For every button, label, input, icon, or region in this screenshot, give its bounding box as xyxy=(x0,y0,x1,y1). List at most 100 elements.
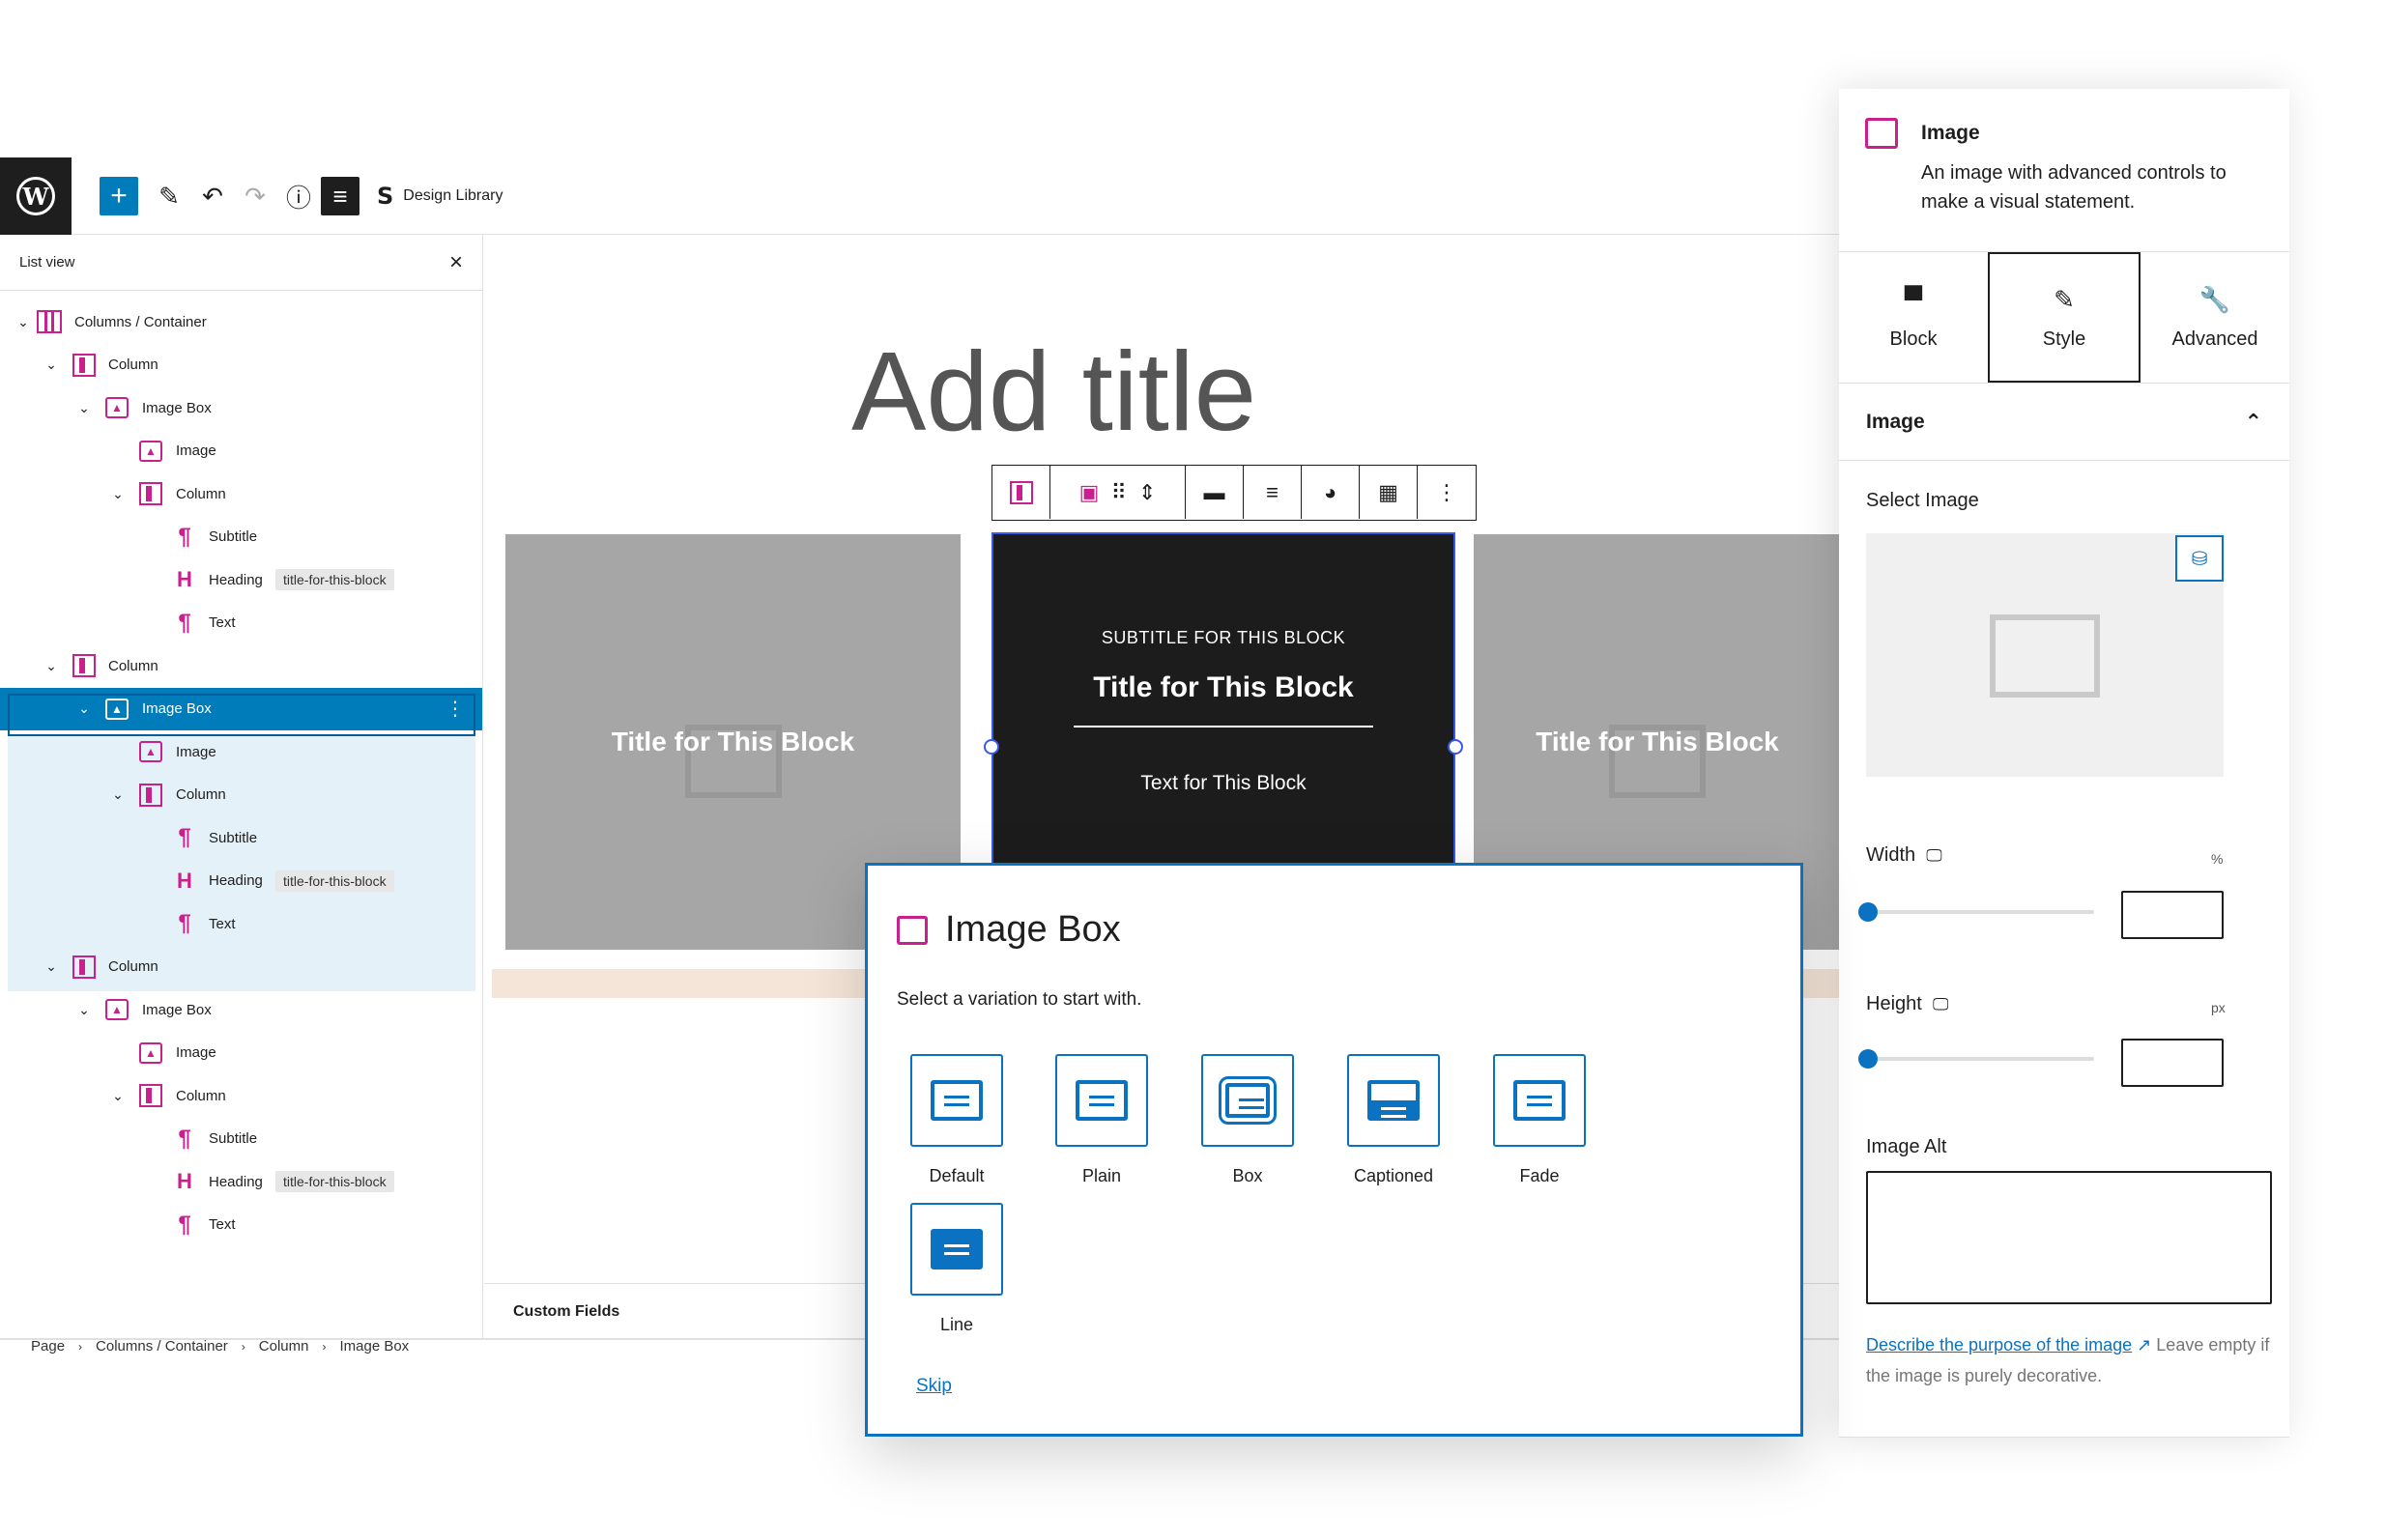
list-item[interactable]: H Heading title-for-this-block xyxy=(0,558,482,602)
variation-fade[interactable]: Fade xyxy=(1491,1054,1588,1186)
image-panel-header[interactable]: Image ⌃ xyxy=(1839,384,2289,461)
image-alt-textarea[interactable] xyxy=(1866,1171,2272,1304)
list-item[interactable]: ¶ Subtitle xyxy=(0,1118,482,1161)
align-center-icon[interactable]: ≡ xyxy=(1244,466,1302,519)
chevron-down-icon[interactable]: ⌄ xyxy=(42,958,61,975)
list-item-label: Image xyxy=(176,743,216,760)
block-mover[interactable]: ▣ ⠿ ⇕ xyxy=(1050,466,1186,519)
list-item[interactable]: ⌄ Column xyxy=(0,644,482,688)
list-item-label: Text xyxy=(209,1216,236,1234)
add-block-button[interactable]: + xyxy=(100,177,138,215)
undo-icon[interactable]: ↶ xyxy=(193,177,232,215)
list-item[interactable]: ⌄ ▲ Image Box xyxy=(0,386,482,430)
align-full-icon[interactable]: ▬ xyxy=(1186,466,1244,519)
redo-icon[interactable]: ↷ xyxy=(236,177,274,215)
more-options-icon[interactable]: ⋮ xyxy=(1418,466,1476,519)
list-item[interactable]: ▲ Image xyxy=(0,1032,482,1075)
list-item[interactable]: ¶ Subtitle xyxy=(0,816,482,860)
variation-label: Line xyxy=(939,1315,974,1334)
width-slider[interactable] xyxy=(1858,902,2094,922)
width-slider-knob[interactable] xyxy=(1858,902,1878,922)
chevron-up-icon[interactable]: ⌃ xyxy=(2245,410,2262,435)
design-library-button[interactable]: S Design Library xyxy=(377,181,503,212)
variation-line[interactable]: Line xyxy=(908,1203,1005,1335)
list-item-selected[interactable]: ⌄ ▲ Image Box ⋮ xyxy=(0,687,482,730)
image-box-icon: ▲ xyxy=(105,397,129,419)
list-item[interactable]: ⌄ Column xyxy=(0,774,482,817)
chevron-down-icon[interactable]: ⌄ xyxy=(42,356,61,373)
chevron-down-icon[interactable]: ⌄ xyxy=(74,1002,94,1018)
tab-block[interactable]: ▀ Block xyxy=(1839,252,1988,383)
variation-fade-icon xyxy=(1493,1054,1586,1147)
layout-icon[interactable]: ▦ xyxy=(1360,466,1418,519)
width-input[interactable] xyxy=(2121,891,2224,939)
list-item[interactable]: ⌄ Column xyxy=(0,472,482,516)
chevron-down-icon[interactable]: ⌄ xyxy=(74,400,94,416)
move-up-down-icon[interactable]: ⇕ xyxy=(1138,480,1156,505)
heading-icon: H xyxy=(177,567,192,592)
breadcrumb-item[interactable]: Page xyxy=(31,1338,65,1355)
variation-box[interactable]: Box xyxy=(1199,1054,1296,1186)
more-options-icon[interactable]: ⋮ xyxy=(445,697,465,721)
variation-label: Fade xyxy=(1519,1166,1560,1185)
variation-captioned[interactable]: Captioned xyxy=(1345,1054,1442,1186)
list-view-icon[interactable]: ≡ xyxy=(321,177,359,215)
parent-column-icon[interactable] xyxy=(992,466,1050,519)
column-icon xyxy=(72,955,96,979)
height-slider-knob[interactable] xyxy=(1858,1049,1878,1069)
chevron-down-icon[interactable]: ⌄ xyxy=(108,786,128,803)
breadcrumb-item[interactable]: Image Box xyxy=(339,1338,409,1355)
chevron-down-icon[interactable]: ⌄ xyxy=(108,1088,128,1104)
chevron-down-icon[interactable]: ⌄ xyxy=(108,486,128,502)
tab-advanced[interactable]: 🔧 Advanced xyxy=(2141,252,2289,383)
list-item[interactable]: ¶ Text xyxy=(0,1204,482,1247)
list-item[interactable]: ▲ Image xyxy=(0,430,482,473)
info-icon[interactable]: ⓘ xyxy=(279,177,318,215)
color-icon[interactable]: ◕ xyxy=(1302,466,1360,519)
list-item[interactable]: ▲ Image xyxy=(0,730,482,774)
list-item[interactable]: ⌄ Columns / Container xyxy=(0,300,482,344)
variation-default[interactable]: Default xyxy=(908,1054,1005,1186)
alt-help-link[interactable]: Describe the purpose of the image xyxy=(1866,1335,2132,1355)
variation-plain[interactable]: Plain xyxy=(1053,1054,1150,1186)
list-item[interactable]: ¶ Text xyxy=(0,902,482,946)
close-icon[interactable]: × xyxy=(449,249,463,276)
stackable-icon: S xyxy=(377,183,394,210)
resize-handle-left[interactable] xyxy=(984,739,999,755)
height-input[interactable] xyxy=(2121,1039,2224,1087)
breadcrumb-item[interactable]: Column xyxy=(259,1338,309,1355)
variation-picker-title: Image Box xyxy=(945,909,1121,950)
page-title-input[interactable]: Add title xyxy=(851,327,1256,456)
wordpress-logo[interactable]: W xyxy=(0,157,72,235)
resize-handle-right[interactable] xyxy=(1448,739,1463,755)
list-item[interactable]: ⌄ Column xyxy=(0,946,482,989)
width-unit[interactable]: % xyxy=(2211,851,2223,867)
list-item[interactable]: ¶ Text xyxy=(0,602,482,645)
image-icon: ▲ xyxy=(139,440,162,462)
list-item[interactable]: H Heading title-for-this-block xyxy=(0,1160,482,1204)
media-library-icon[interactable]: ⛁ xyxy=(2175,535,2224,582)
image-select-area[interactable]: ⛁ xyxy=(1866,533,2224,777)
tab-style[interactable]: ✎ Style xyxy=(1988,252,2141,383)
chevron-down-icon[interactable]: ⌄ xyxy=(42,658,61,674)
drag-handle-icon[interactable]: ⠿ xyxy=(1111,480,1127,505)
pencil-icon[interactable]: ✎ xyxy=(150,177,188,215)
desktop-icon[interactable]: 🖵 xyxy=(1926,846,1941,865)
list-item[interactable]: H Heading title-for-this-block xyxy=(0,860,482,903)
inspector-tabs: ▀ Block ✎ Style 🔧 Advanced xyxy=(1839,252,2289,384)
list-item[interactable]: ⌄ Column xyxy=(0,344,482,387)
image-box-card-selected[interactable]: SUBTITLE FOR THIS BLOCK Title for This B… xyxy=(984,532,1463,890)
height-slider[interactable] xyxy=(1858,1049,2094,1069)
chevron-down-icon[interactable]: ⌄ xyxy=(74,700,94,717)
skip-link[interactable]: Skip xyxy=(916,1376,952,1397)
list-item[interactable]: ¶ Subtitle xyxy=(0,516,482,559)
image-box-icon: ▲ xyxy=(105,999,129,1021)
list-item-label: Column xyxy=(108,958,158,976)
chevron-down-icon[interactable]: ⌄ xyxy=(14,314,33,330)
list-item[interactable]: ⌄ Column xyxy=(0,1074,482,1118)
height-unit[interactable]: px xyxy=(2211,1000,2226,1015)
desktop-icon[interactable]: 🖵 xyxy=(1933,995,1948,1013)
list-item[interactable]: ⌄ ▲ Image Box xyxy=(0,988,482,1032)
list-item-label: Image xyxy=(176,1044,216,1062)
breadcrumb-item[interactable]: Columns / Container xyxy=(96,1338,228,1355)
